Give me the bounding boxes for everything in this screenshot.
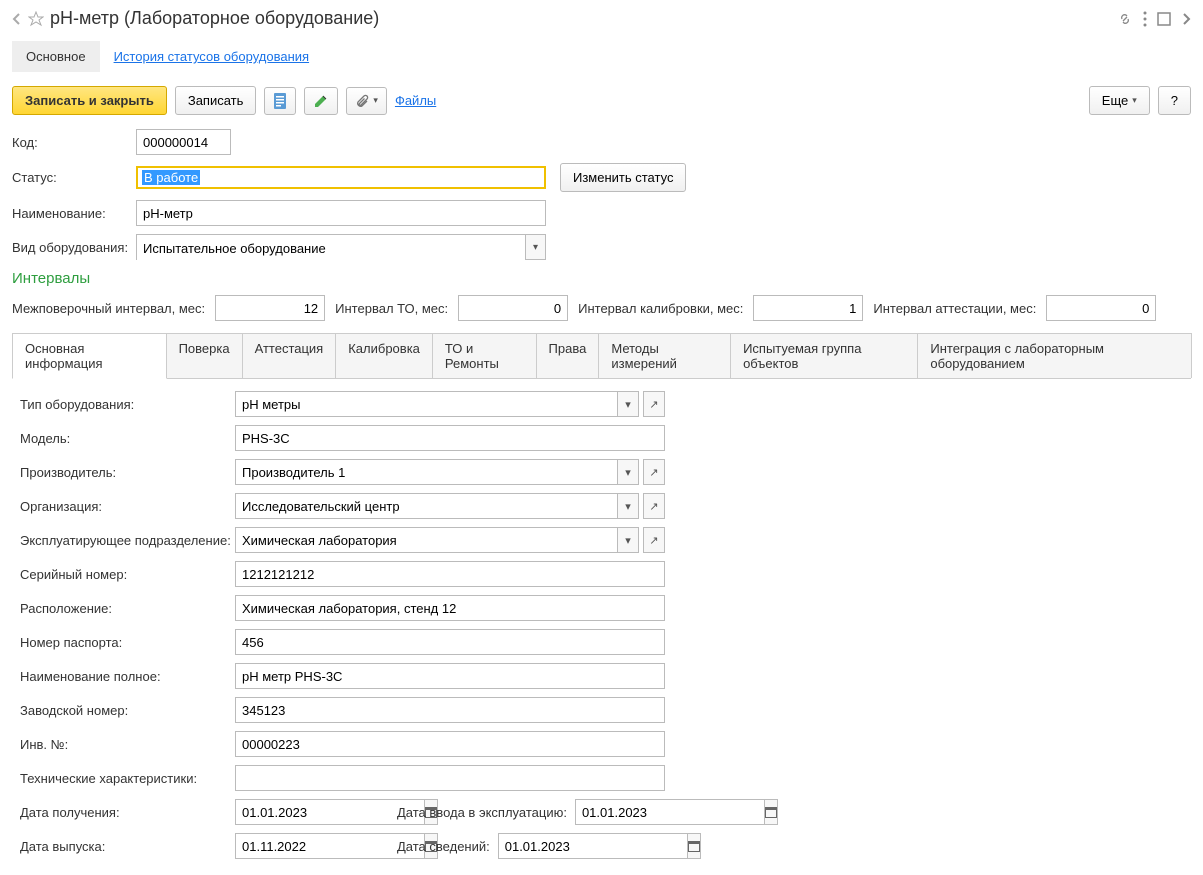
org-label: Организация: <box>20 499 235 514</box>
calibration-interval-input[interactable] <box>753 295 863 321</box>
attach-button[interactable]: ▾ <box>346 87 387 115</box>
tab-maintenance[interactable]: ТО и Ремонты <box>432 333 537 378</box>
dept-label: Эксплуатирующее подразделение: <box>20 533 235 548</box>
chevron-down-icon[interactable]: ▾ <box>617 459 639 485</box>
open-ref-icon[interactable]: ↗ <box>643 459 665 485</box>
serial-label: Серийный номер: <box>20 567 235 582</box>
change-status-button[interactable]: Изменить статус <box>560 163 686 192</box>
receipt-date-label: Дата получения: <box>20 805 235 820</box>
calendar-icon[interactable] <box>764 799 778 825</box>
page-title: pH-метр (Лабораторное оборудование) <box>50 8 379 29</box>
manufacturer-input[interactable] <box>235 459 617 485</box>
chevron-down-icon[interactable]: ▾ <box>525 235 545 259</box>
tech-spec-input[interactable] <box>235 765 665 791</box>
code-input[interactable] <box>136 129 231 155</box>
info-date-label: Дата сведений: <box>397 839 490 854</box>
inv-num-input[interactable] <box>235 731 665 757</box>
tab-rights[interactable]: Права <box>536 333 600 378</box>
open-ref-icon[interactable]: ↗ <box>643 527 665 553</box>
maintenance-interval-input[interactable] <box>458 295 568 321</box>
write-and-close-button[interactable]: Записать и закрыть <box>12 86 167 115</box>
edit-button[interactable] <box>304 87 338 115</box>
code-label: Код: <box>12 135 130 150</box>
sub-tabs: Основная информация Поверка Аттестация К… <box>12 333 1191 379</box>
chevron-down-icon[interactable]: ▾ <box>617 493 639 519</box>
tab-test-group[interactable]: Испытуемая группа объектов <box>730 333 918 378</box>
intervals-row: Межповерочный интервал, мес: Интервал ТО… <box>12 295 1191 321</box>
full-name-label: Наименование полное: <box>20 669 235 684</box>
chevron-down-icon[interactable]: ▾ <box>617 527 639 553</box>
org-input[interactable] <box>235 493 617 519</box>
name-label: Наименование: <box>12 206 130 221</box>
intervals-title: Интервалы <box>12 270 1191 287</box>
passport-input[interactable] <box>235 629 665 655</box>
commission-date-input[interactable] <box>575 799 764 825</box>
factory-num-label: Заводской номер: <box>20 703 235 718</box>
equip-type-label: Вид оборудования: <box>12 240 130 255</box>
calibration-interval-label: Интервал калибровки, мес: <box>578 301 743 316</box>
more-vert-icon[interactable] <box>1143 11 1147 27</box>
tab-integration[interactable]: Интеграция с лабораторным оборудованием <box>917 333 1192 378</box>
verification-interval-label: Межповерочный интервал, мес: <box>12 301 205 316</box>
tech-spec-label: Технические характеристики: <box>20 771 235 786</box>
location-label: Расположение: <box>20 601 235 616</box>
inv-num-label: Инв. №: <box>20 737 235 752</box>
details-section: Тип оборудования: ▾ ↗ Модель: Производит… <box>12 391 1191 859</box>
equip-type-detail-label: Тип оборудования: <box>20 397 235 412</box>
write-button[interactable]: Записать <box>175 86 257 115</box>
model-label: Модель: <box>20 431 235 446</box>
equip-type-select[interactable] <box>137 235 525 261</box>
factory-num-input[interactable] <box>235 697 665 723</box>
tab-main-info[interactable]: Основная информация <box>12 333 167 379</box>
manufacturer-label: Производитель: <box>20 465 235 480</box>
dept-input[interactable] <box>235 527 617 553</box>
help-button[interactable]: ? <box>1158 86 1191 115</box>
full-name-input[interactable] <box>235 663 665 689</box>
attestation-interval-input[interactable] <box>1046 295 1156 321</box>
release-date-label: Дата выпуска: <box>20 839 235 854</box>
files-link[interactable]: Файлы <box>395 93 436 108</box>
more-button[interactable]: Еще ▾ <box>1089 86 1150 115</box>
forward-icon[interactable] <box>1181 12 1191 26</box>
commission-date-label: Дата ввода в эксплуатацию: <box>397 805 567 820</box>
calendar-icon[interactable] <box>687 833 701 859</box>
nav-tab-status-history[interactable]: История статусов оборудования <box>100 41 323 72</box>
passport-label: Номер паспорта: <box>20 635 235 650</box>
verification-interval-input[interactable] <box>215 295 325 321</box>
open-ref-icon[interactable]: ↗ <box>643 493 665 519</box>
toolbar: Записать и закрыть Записать ▾ Файлы Еще … <box>12 86 1191 115</box>
tab-methods[interactable]: Методы измерений <box>598 333 731 378</box>
receipt-date-input[interactable] <box>235 799 424 825</box>
release-date-input[interactable] <box>235 833 424 859</box>
link-icon[interactable] <box>1117 11 1133 27</box>
attestation-interval-label: Интервал аттестации, мес: <box>873 301 1036 316</box>
status-value: В работе <box>142 170 200 185</box>
status-input[interactable]: В работе <box>136 166 546 189</box>
maximize-icon[interactable] <box>1157 12 1171 26</box>
nav-tab-main[interactable]: Основное <box>12 41 100 72</box>
tab-attestation[interactable]: Аттестация <box>242 333 337 378</box>
serial-input[interactable] <box>235 561 665 587</box>
chevron-down-icon[interactable]: ▾ <box>617 391 639 417</box>
location-input[interactable] <box>235 595 665 621</box>
equip-type-detail-input[interactable] <box>235 391 617 417</box>
report-button[interactable] <box>264 87 296 115</box>
model-input[interactable] <box>235 425 665 451</box>
status-label: Статус: <box>12 170 130 185</box>
open-ref-icon[interactable]: ↗ <box>643 391 665 417</box>
maintenance-interval-label: Интервал ТО, мес: <box>335 301 448 316</box>
nav-tabs: Основное История статусов оборудования <box>12 41 1191 72</box>
back-icon[interactable] <box>12 12 22 26</box>
star-icon[interactable] <box>28 11 44 27</box>
tab-verification[interactable]: Поверка <box>166 333 243 378</box>
name-input[interactable] <box>136 200 546 226</box>
header-bar: pH-метр (Лабораторное оборудование) <box>12 8 1191 29</box>
tab-calibration[interactable]: Калибровка <box>335 333 433 378</box>
info-date-input[interactable] <box>498 833 687 859</box>
